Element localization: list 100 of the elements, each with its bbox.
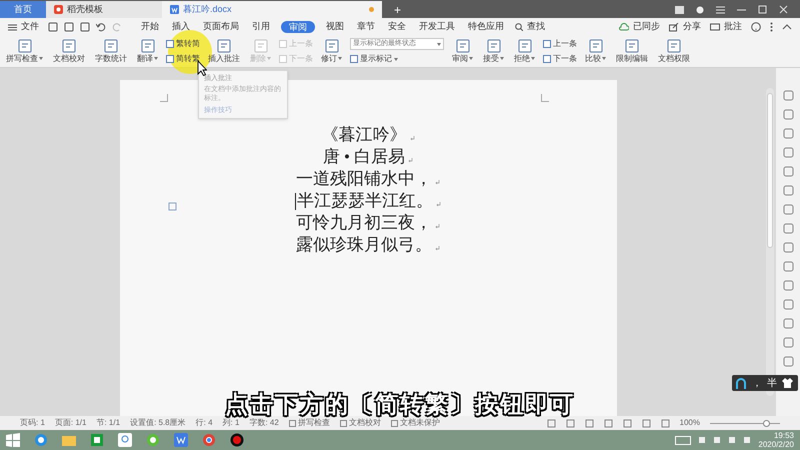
store-icon: [90, 433, 104, 447]
ribbon-button[interactable]: 拼写检查: [4, 38, 45, 64]
clock-time: 19:53: [774, 431, 794, 440]
circle-logo-icon: [202, 433, 216, 447]
ribbon-button[interactable]: 上一条: [543, 38, 577, 50]
zoom-level: 100%: [680, 417, 700, 429]
menu-icon: [8, 24, 17, 30]
menu-tab[interactable]: 审阅: [281, 21, 315, 33]
status-text: 节: 1/1: [96, 417, 120, 429]
menu-tab[interactable]: 章节: [355, 20, 377, 34]
clock-date: 2020/2/20: [758, 440, 794, 449]
help-icon: [751, 22, 761, 32]
menu-icon: [716, 6, 725, 14]
sync-button[interactable]: 已同步: [619, 20, 660, 34]
status-text: 字数: 42: [249, 418, 279, 429]
document-text-line: 可怜九月初三夜，: [296, 212, 432, 234]
caret-icon: [39, 57, 43, 60]
status-toggle[interactable]: 文档未保护: [390, 417, 440, 429]
tab[interactable]: 稻壳模板: [46, 1, 162, 18]
checkbox-icon: [340, 420, 347, 426]
caret-icon: [500, 57, 504, 60]
menu-tab[interactable]: 视图: [324, 20, 346, 34]
menu-tab[interactable]: 安全: [386, 20, 408, 34]
document-logo-icon: [170, 5, 179, 14]
ribbon-button[interactable]: 文档权限: [656, 38, 692, 64]
status-toggle[interactable]: 拼写检查: [288, 417, 330, 429]
maximize-icon: [758, 5, 767, 14]
folder-icon: [62, 433, 76, 447]
menu-tab[interactable]: 引用: [250, 20, 272, 34]
status-text: 列: 1: [222, 418, 240, 429]
search-button[interactable]: 查找: [515, 20, 545, 34]
slider-thumb[interactable]: [763, 420, 770, 426]
collapse-icon: [782, 24, 792, 30]
ribbon-button[interactable]: 翻译: [135, 38, 160, 64]
menu-tab[interactable]: 特色应用: [466, 20, 506, 34]
ribbon-button[interactable]: 修订: [319, 38, 344, 64]
undo-icon: [96, 22, 106, 32]
template-logo-icon: [54, 5, 63, 14]
ribbon-button[interactable]: 限制编辑: [614, 38, 650, 64]
record-icon: [230, 433, 244, 447]
paragraph-mark-icon: [435, 180, 440, 185]
arch-logo-icon: [735, 377, 747, 389]
ribbon-button[interactable]: 比较: [583, 38, 608, 64]
status-text: 设置值: 5.8厘米: [130, 417, 186, 429]
search-icon: [515, 23, 523, 31]
tab[interactable]: 暮江吟.docx: [162, 1, 382, 18]
menu-tab[interactable]: 页面布局: [201, 20, 241, 34]
file-menu[interactable]: 文件: [8, 20, 39, 34]
ribbon-button[interactable]: 字数统计: [93, 38, 129, 64]
document-text-line: 露似珍珠月似弓。: [296, 234, 432, 256]
document-text-line: 唐 • 白居易: [322, 146, 406, 168]
ribbon-button[interactable]: 文档校对: [51, 38, 87, 64]
paragraph-mark-icon: [436, 202, 441, 207]
paragraph-mark-icon: [410, 136, 414, 141]
checkbox-icon: [390, 420, 398, 426]
keyboard-icon: [675, 436, 692, 444]
ribbon-button[interactable]: 接受: [481, 38, 506, 64]
caret-icon: [394, 58, 398, 60]
menu-tab[interactable]: 插入: [170, 20, 192, 34]
paragraph-mark-icon: [408, 158, 414, 163]
document-text-line: 一道残阳铺水中，: [296, 168, 432, 190]
share-button[interactable]: 分享: [669, 20, 701, 34]
menu-tab[interactable]: 开发工具: [417, 20, 457, 34]
checkbox-icon: [288, 420, 296, 426]
caret-icon: [469, 57, 473, 60]
ribbon-button[interactable]: 下一条: [543, 53, 577, 65]
status-text: 页码: 1: [20, 417, 45, 429]
comment-button[interactable]: 批注: [710, 20, 742, 34]
browser-e-icon: [146, 433, 160, 447]
caret-icon: [338, 57, 342, 60]
text-cursor: [295, 193, 296, 210]
close-icon: [779, 5, 788, 14]
caret-icon: [437, 42, 441, 46]
caret-icon: [602, 57, 606, 60]
ribbon-button[interactable]: 审阅: [450, 38, 475, 64]
browser-e-icon: [34, 433, 48, 447]
comment-marker-icon: [168, 202, 177, 211]
new-tab-button[interactable]: +: [382, 1, 414, 18]
comment-icon: [710, 22, 720, 32]
caret-icon: [531, 57, 535, 60]
unsaved-dot-icon: [369, 7, 374, 12]
ribbon-button[interactable]: 繁转简: [166, 38, 200, 50]
document-text-line: 半江瑟瑟半江红。: [297, 190, 433, 212]
paragraph-mark-icon: [435, 246, 440, 251]
status-toggle[interactable]: 文档校对: [340, 417, 381, 429]
redo-icon: [112, 22, 122, 32]
more-icon: [770, 22, 773, 32]
subtitle-caption: 点击下方的〔简转繁〕按钮即可: [225, 390, 575, 418]
tab[interactable]: 首页: [0, 1, 46, 18]
paragraph-mark-icon: [435, 224, 440, 229]
document-text-line: 《暮江吟》: [322, 124, 406, 146]
ribbon-button[interactable]: 简转繁: [166, 53, 200, 65]
windows-icon: [6, 433, 20, 447]
ribbon-button[interactable]: 显示标记: [350, 53, 444, 65]
caret-icon: [267, 57, 271, 60]
ribbon-button[interactable]: 拒绝: [512, 38, 537, 64]
shirt-icon: [782, 378, 793, 388]
caret-icon: [154, 57, 158, 60]
input-method-bar[interactable]: ， 半: [732, 375, 798, 391]
menu-tab[interactable]: 开始: [139, 20, 161, 34]
